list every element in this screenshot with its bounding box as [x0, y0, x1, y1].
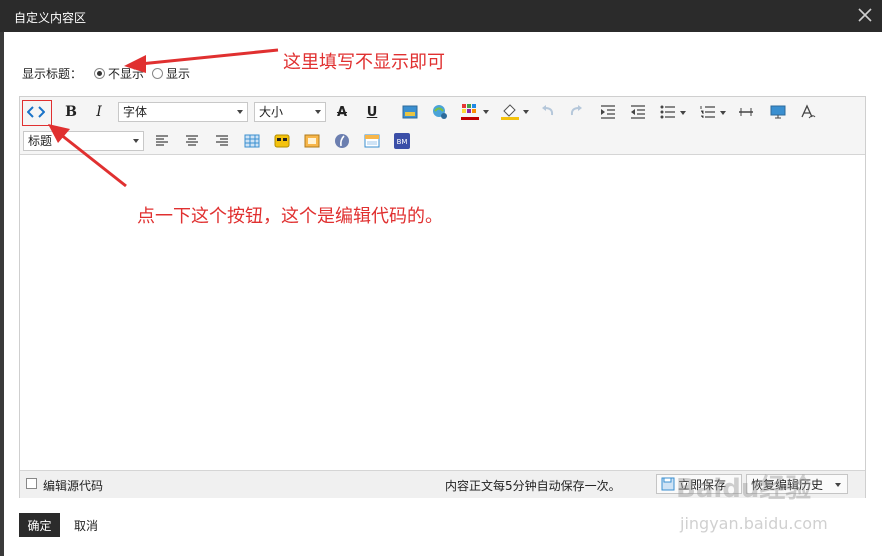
- flash-icon: [335, 134, 349, 148]
- insert-template-button[interactable]: [362, 131, 382, 151]
- bullet-list-button[interactable]: [658, 102, 690, 122]
- align-center-icon: [186, 135, 198, 146]
- insert-flash-button[interactable]: [332, 131, 352, 151]
- font-color-button[interactable]: [458, 102, 492, 122]
- emoticon-icon: [274, 134, 290, 148]
- outdent-icon: [631, 105, 645, 119]
- insert-image-button[interactable]: [400, 102, 420, 122]
- rich-text-editor: B I 字体 大小 A U 标题 BM 编辑源代码 内容正文每5分钟自动保存一次…: [19, 96, 866, 498]
- chevron-down-icon: [133, 139, 139, 143]
- font-select-value: 字体: [123, 105, 148, 119]
- insert-bm-button[interactable]: BM: [392, 131, 412, 151]
- close-icon[interactable]: [856, 6, 874, 24]
- undo-icon: [542, 105, 554, 116]
- insert-media-button[interactable]: [302, 131, 322, 151]
- chevron-down-icon: [237, 110, 243, 114]
- bullet-list-icon: [660, 105, 686, 119]
- align-left-button[interactable]: [152, 131, 172, 151]
- dialog-title: 自定义内容区: [14, 11, 87, 25]
- globe-link-icon: [433, 105, 447, 119]
- bold-button[interactable]: B: [62, 102, 80, 122]
- horizontal-rule-icon: [739, 108, 753, 116]
- annotation-top: 这里填写不显示即可: [283, 52, 445, 73]
- horizontal-rule-button[interactable]: [736, 102, 756, 122]
- dialog-titlebar: 自定义内容区: [0, 0, 882, 32]
- source-code-checkbox[interactable]: [26, 478, 37, 489]
- show-title-row: 显示标题： 不显示 显示: [22, 64, 198, 82]
- table-icon: [244, 134, 260, 148]
- annotation-middle: 点一下这个按钮，这个是编辑代码的。: [137, 206, 443, 227]
- heading-select-value: 标题: [28, 134, 53, 148]
- strikethrough-button[interactable]: A: [333, 102, 351, 122]
- align-right-button[interactable]: [212, 131, 232, 151]
- template-icon: [364, 134, 380, 148]
- size-select[interactable]: 大小: [254, 102, 326, 122]
- align-right-icon: [216, 135, 228, 146]
- radio-hide-title[interactable]: 不显示: [94, 65, 144, 82]
- size-select-value: 大小: [259, 105, 284, 119]
- code-icon: [27, 106, 45, 118]
- font-color-icon: [461, 104, 489, 120]
- bm-icon: BM: [394, 133, 410, 149]
- paint-bucket-icon: [501, 104, 529, 120]
- undo-button[interactable]: [538, 102, 558, 122]
- numbered-list-button[interactable]: [698, 102, 730, 122]
- image-icon: [402, 105, 418, 119]
- source-code-button[interactable]: [25, 102, 47, 122]
- preview-button[interactable]: [768, 102, 788, 122]
- clear-format-button[interactable]: [798, 102, 818, 122]
- media-icon: [304, 134, 320, 148]
- radio-dot[interactable]: [152, 67, 164, 79]
- align-left-icon: [156, 135, 168, 146]
- font-select[interactable]: 字体: [118, 102, 248, 122]
- floppy-disk-icon: [661, 477, 675, 491]
- watermark-url: jingyan.baidu.com: [680, 514, 828, 533]
- source-code-label: 编辑源代码: [43, 479, 104, 493]
- background-color-button[interactable]: [498, 102, 532, 122]
- radio-show-title[interactable]: 显示: [152, 65, 190, 82]
- radio-hide-label: 不显示: [108, 66, 145, 81]
- align-center-button[interactable]: [182, 131, 202, 151]
- heading-select[interactable]: 标题: [23, 131, 144, 151]
- outdent-button[interactable]: [628, 102, 648, 122]
- redo-icon: [570, 105, 582, 116]
- ok-button[interactable]: 确定: [19, 513, 60, 537]
- editor-toolbar: B I 字体 大小 A U 标题 BM: [20, 97, 865, 155]
- indent-icon: [601, 105, 615, 119]
- background-strip: [0, 32, 4, 556]
- monitor-icon: [770, 105, 786, 119]
- italic-button[interactable]: I: [90, 102, 108, 122]
- redo-button[interactable]: [566, 102, 586, 122]
- insert-link-button[interactable]: [430, 102, 450, 122]
- show-title-label: 显示标题：: [22, 66, 83, 81]
- radio-show-label: 显示: [166, 66, 191, 81]
- autosave-note: 内容正文每5分钟自动保存一次。: [445, 479, 621, 493]
- clear-format-icon: [801, 104, 816, 119]
- chevron-down-icon: [835, 483, 841, 487]
- insert-table-button[interactable]: [242, 131, 262, 151]
- chevron-down-icon: [315, 110, 321, 114]
- cancel-button[interactable]: 取消: [74, 513, 98, 537]
- insert-emoticon-button[interactable]: [272, 131, 292, 151]
- radio-dot-selected[interactable]: [94, 67, 106, 79]
- indent-button[interactable]: [598, 102, 618, 122]
- underline-button[interactable]: U: [363, 102, 381, 122]
- svg-text:BM: BM: [397, 138, 408, 146]
- numbered-list-icon: [700, 106, 726, 118]
- watermark-logo: Baidu经验: [676, 474, 812, 504]
